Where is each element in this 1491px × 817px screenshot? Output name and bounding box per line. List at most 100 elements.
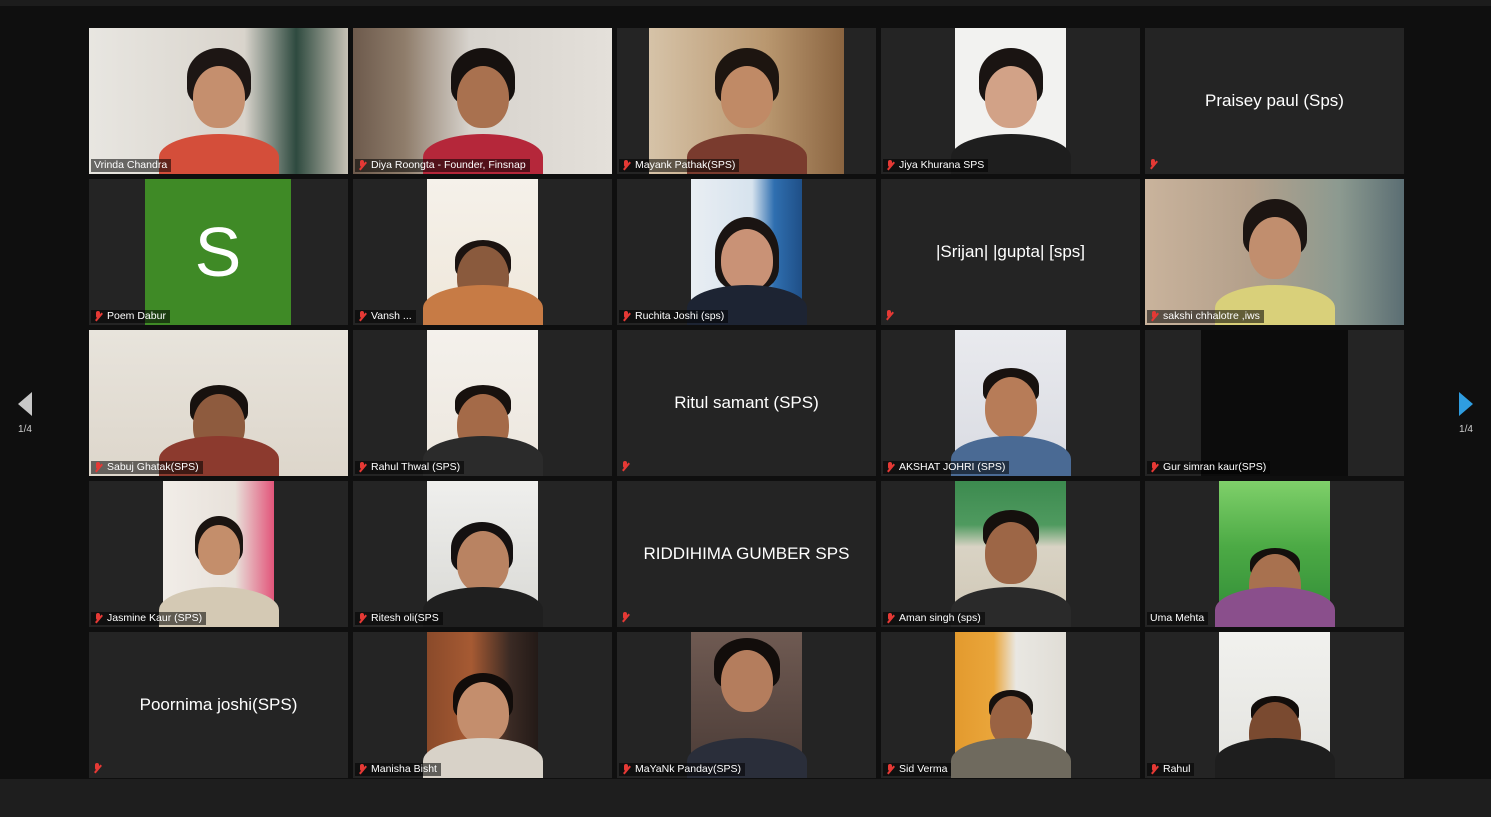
participant-display-name: RIDDIHIMA GUMBER SPS [643,544,850,563]
window-top-strip [0,0,1491,6]
participant-video [950,632,1071,778]
participant-name-label: Sid Verma [883,763,952,776]
participant-name-label: Poem Dabur [91,310,170,323]
participant-tile[interactable]: Manisha Bisht [353,632,612,778]
participant-tile[interactable]: Jasmine Kaur (SPS) [89,481,348,627]
participant-video [686,632,807,778]
participant-tile[interactable]: Aman singh (sps) [881,481,1140,627]
participant-tile[interactable]: Uma Mehta [1145,481,1404,627]
meeting-controls-bar [0,779,1491,817]
participant-name-label: Manisha Bisht [355,763,441,776]
microphone-muted-icon [358,613,366,624]
participant-video [950,330,1071,476]
microphone-muted-icon [1150,764,1158,775]
gallery-grid: Vrinda Chandra Diya Roongta - Founder, F… [89,28,1404,778]
microphone-muted-icon [1149,159,1157,170]
participant-video [1214,632,1335,778]
microphone-muted-icon [622,311,630,322]
participant-name-label: Rahul Thwal (SPS) [355,461,465,474]
participant-tile[interactable]: Poornima joshi(SPS) [89,632,348,778]
participant-video [422,481,543,627]
microphone-muted-icon [886,160,894,171]
participant-video [1214,481,1335,627]
participant-name-label: Sabuj Ghatak(SPS) [91,461,203,474]
participant-tile[interactable]: Jiya Khurana SPS [881,28,1140,174]
participant-video [353,28,612,174]
participant-tile[interactable]: Vansh ... [353,179,612,325]
participant-tile[interactable]: S Poem Dabur [89,179,348,325]
participant-tile[interactable]: RIDDIHIMA GUMBER SPS [617,481,876,627]
participant-name-label: Uma Mehta [1147,612,1209,625]
participant-video [1145,179,1404,325]
participant-tile[interactable]: Rahul Thwal (SPS) [353,330,612,476]
next-page-button[interactable]: 1/4 [1451,392,1481,435]
microphone-muted-icon [622,160,630,171]
participant-video [950,28,1071,174]
participant-tile[interactable]: Ruchita Joshi (sps) [617,179,876,325]
profile-avatar: S [145,179,291,325]
microphone-muted-icon [94,613,102,624]
previous-page-button[interactable]: 1/4 [10,392,40,435]
participant-tile[interactable]: MaYaNk Panday(SPS) [617,632,876,778]
page-indicator-right: 1/4 [1459,424,1473,435]
participant-name-label: Ruchita Joshi (sps) [619,310,729,323]
microphone-muted-icon [885,310,893,321]
participant-display-name: Praisey paul (Sps) [1205,91,1344,110]
participant-tile[interactable]: Vrinda Chandra [89,28,348,174]
participant-display-name: Poornima joshi(SPS) [139,695,298,714]
microphone-muted-icon [621,461,629,472]
participant-tile[interactable]: Ritesh oli(SPS [353,481,612,627]
participant-name-label: Jasmine Kaur (SPS) [91,612,207,625]
participant-tile[interactable]: |Srijan| |gupta| [sps] [881,179,1140,325]
microphone-muted-icon [94,462,102,473]
microphone-muted-icon [1150,311,1158,322]
participant-name-label: Ritesh oli(SPS [355,612,443,625]
microphone-muted-icon [622,764,630,775]
participant-tile[interactable]: Ritul samant (SPS) [617,330,876,476]
participant-tile[interactable]: Rahul [1145,632,1404,778]
participant-video [422,179,543,325]
participant-name-label: Gur simran kaur(SPS) [1147,461,1271,474]
participant-video [950,481,1071,627]
participant-video [422,330,543,476]
participant-tile[interactable]: Praisey paul (Sps) [1145,28,1404,174]
participant-video [686,179,807,325]
participant-tile[interactable]: Gur simran kaur(SPS) [1145,330,1404,476]
microphone-muted-icon [886,764,894,775]
participant-name-label: MaYaNk Panday(SPS) [619,763,746,776]
participant-video [1201,330,1348,476]
microphone-muted-icon [358,462,366,473]
participant-display-name: |Srijan| |gupta| [sps] [935,242,1085,261]
participant-tile[interactable]: sakshi chhalotre ,iws [1145,179,1404,325]
participant-name-label: sakshi chhalotre ,iws [1147,310,1264,323]
microphone-muted-icon [886,613,894,624]
microphone-muted-icon [358,764,366,775]
participant-name-label: Diya Roongta - Founder, Finsnap [355,159,530,172]
participant-name-label: Vansh ... [355,310,416,323]
participant-tile[interactable]: Sabuj Ghatak(SPS) [89,330,348,476]
participant-name-label: Vrinda Chandra [91,159,172,172]
microphone-muted-icon [621,612,629,623]
participant-name-label: Aman singh (sps) [883,612,985,625]
page-indicator-left: 1/4 [18,424,32,435]
participant-tile-active-speaker[interactable]: Diya Roongta - Founder, Finsnap [353,28,612,174]
microphone-muted-icon [358,311,366,322]
participant-name-label: AKSHAT JOHRI (SPS) [883,461,1010,474]
chevron-right-icon [1459,392,1473,416]
participant-name-label: Rahul [1147,763,1195,776]
participant-name-label: Mayank Pathak(SPS) [619,159,740,172]
participant-tile[interactable]: Sid Verma [881,632,1140,778]
participant-video [89,28,348,174]
microphone-muted-icon [93,763,101,774]
participant-tile[interactable]: AKSHAT JOHRI (SPS) [881,330,1140,476]
participant-video [649,28,844,174]
microphone-muted-icon [886,462,894,473]
microphone-muted-icon [1150,462,1158,473]
participant-video [89,330,348,476]
participant-video [422,632,543,778]
participant-video [158,481,279,627]
microphone-muted-icon [94,311,102,322]
chevron-left-icon [18,392,32,416]
microphone-muted-icon [358,160,366,171]
participant-tile[interactable]: Mayank Pathak(SPS) [617,28,876,174]
